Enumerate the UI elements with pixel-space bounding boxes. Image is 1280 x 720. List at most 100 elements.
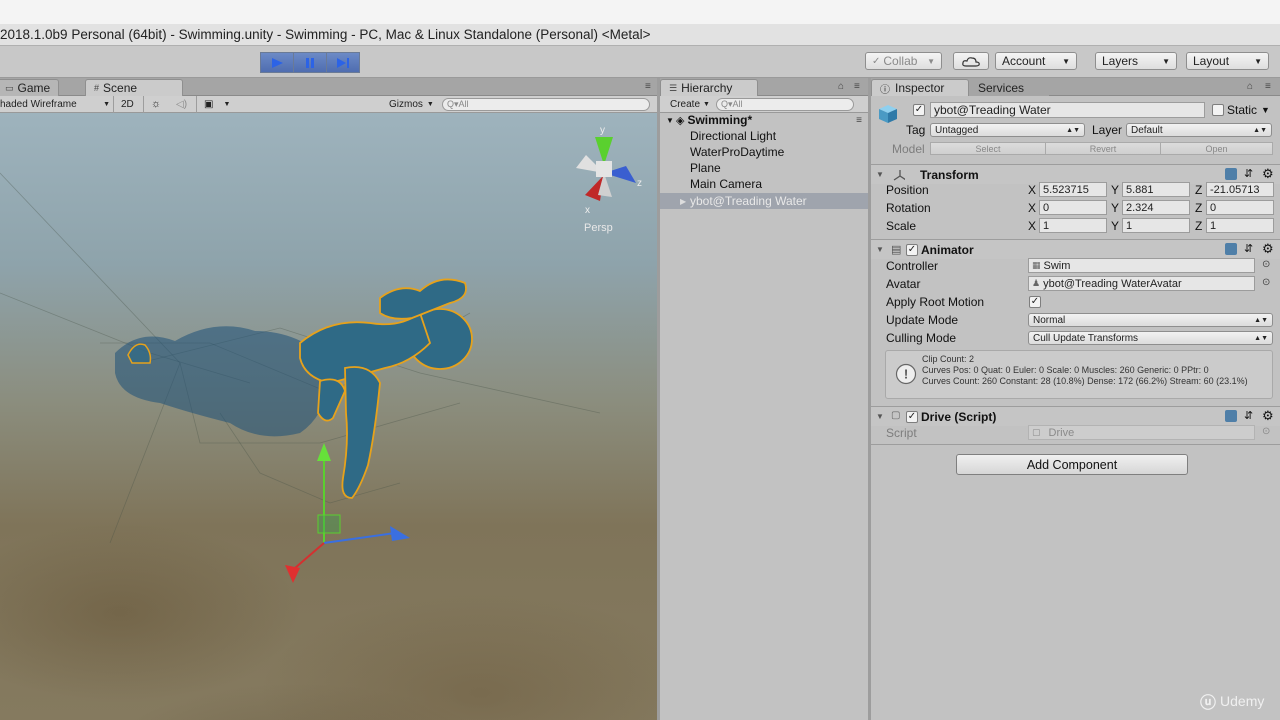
scale-z-input[interactable]: 1 <box>1206 218 1274 233</box>
gear-icon[interactable]: ⚙ <box>1262 241 1274 257</box>
list-icon: ☰ <box>669 82 678 93</box>
gear-icon[interactable]: ⚙ <box>1262 166 1274 182</box>
prefab-cube-icon <box>879 105 897 123</box>
tag-dropdown[interactable]: Untagged ▲▼ <box>930 123 1085 137</box>
axis-y-label: Y <box>1111 201 1120 215</box>
layout-dropdown[interactable]: Layout ▼ <box>1186 52 1269 70</box>
model-open-button[interactable]: Open <box>1160 142 1273 155</box>
lock-icon[interactable]: ⌂ <box>838 81 844 92</box>
rotation-x-input[interactable]: 0 <box>1039 200 1107 215</box>
list-item[interactable]: Main Camera <box>660 176 868 192</box>
scene-icon: # <box>94 83 100 93</box>
object-name-value: ybot@Treading Water <box>934 103 1051 117</box>
position-x-input[interactable]: 5.523715 <box>1039 182 1107 197</box>
list-item[interactable]: WaterProDaytime <box>660 144 868 160</box>
culling-mode-dropdown[interactable]: Cull Update Transforms ▲▼ <box>1028 331 1273 345</box>
lighting-toggle[interactable]: ☼ <box>151 97 161 111</box>
drive-script-header[interactable]: ▼ ▢ ✓ Drive (Script) ⇵ ⚙ <box>871 406 1280 426</box>
layer-dropdown[interactable]: Default ▲▼ <box>1126 123 1272 137</box>
list-item-label: Directional Light <box>690 129 777 143</box>
pause-button[interactable] <box>293 52 327 73</box>
tab-hierarchy[interactable]: ☰ Hierarchy <box>660 79 758 96</box>
add-component-button[interactable]: Add Component <box>956 454 1188 475</box>
dropdown-arrow-icon: ▼ <box>927 56 935 66</box>
lock-icon[interactable]: ⌂ <box>1247 81 1253 92</box>
scene-root-row[interactable]: ▼ ◈ Swimming* ≡ <box>660 112 868 128</box>
character-mesh <box>299 278 473 499</box>
scene-tabstrip: ▭ Game # Scene ≡ <box>0 78 657 96</box>
list-item[interactable]: Plane <box>660 160 868 176</box>
rotation-z-input[interactable]: 0 <box>1206 200 1274 215</box>
animator-header[interactable]: ▼ ▤ ✓ Animator ⇵ ⚙ <box>871 239 1280 259</box>
projection-label[interactable]: Persp <box>584 222 613 234</box>
cloud-button[interactable] <box>953 52 989 70</box>
foldout-arrow-icon[interactable]: ▼ <box>876 245 884 254</box>
audio-toggle[interactable]: ◁) <box>176 97 187 111</box>
svg-text:!: ! <box>904 367 908 382</box>
rotation-y-input[interactable]: 2.324 <box>1122 200 1190 215</box>
layers-dropdown[interactable]: Layers ▼ <box>1095 52 1177 70</box>
help-book-icon[interactable] <box>1225 243 1237 255</box>
list-item-selected[interactable]: ▶ ybot@Treading Water <box>660 193 868 209</box>
apply-root-motion-checkbox[interactable]: ✓ <box>1029 296 1041 308</box>
panel-menu-icon[interactable]: ≡ <box>645 81 651 92</box>
image-icon: ▣ <box>204 98 214 110</box>
help-book-icon[interactable] <box>1225 410 1237 422</box>
update-mode-dropdown[interactable]: Normal ▲▼ <box>1028 313 1273 327</box>
account-dropdown[interactable]: Account ▼ <box>995 52 1077 70</box>
effects-dropdown[interactable]: ▣ ▼ <box>204 97 230 111</box>
row-menu-icon[interactable]: ≡ <box>856 115 862 126</box>
cloud-icon <box>962 56 980 67</box>
list-item[interactable]: Directional Light <box>660 128 868 144</box>
dropdown-arrow-icon: ▼ <box>1162 56 1170 66</box>
model-select-button[interactable]: Select <box>930 142 1046 155</box>
avatar-field[interactable]: ♟ ybot@Treading WaterAvatar <box>1028 276 1255 291</box>
transform-header[interactable]: ▼ Transform ⇵ ⚙ <box>871 164 1280 184</box>
static-dropdown-arrow-icon[interactable]: ▼ <box>1261 105 1270 115</box>
drive-enabled-checkbox[interactable]: ✓ <box>906 411 918 423</box>
position-x-value: 5.523715 <box>1043 183 1089 196</box>
object-picker-icon[interactable]: ⊙ <box>1262 277 1270 288</box>
preset-sliders-icon[interactable]: ⇵ <box>1244 409 1253 422</box>
scale-y-input[interactable]: 1 <box>1122 218 1190 233</box>
help-book-icon[interactable] <box>1225 168 1237 180</box>
tab-inspector[interactable]: ⓘ Inspector <box>871 79 969 96</box>
collab-dropdown[interactable]: ✓ Collab ▼ <box>865 52 942 70</box>
axis-x-label: X <box>1028 183 1037 197</box>
model-revert-button[interactable]: Revert <box>1045 142 1161 155</box>
step-button[interactable] <box>326 52 360 73</box>
controller-field[interactable]: ▦ Swim <box>1028 258 1255 273</box>
gear-icon[interactable]: ⚙ <box>1262 408 1274 424</box>
tab-scene[interactable]: # Scene <box>85 79 183 96</box>
gizmo-axis-y-label: y <box>600 125 605 136</box>
create-dropdown[interactable]: Create ▼ <box>670 97 710 111</box>
collapsed-arrow-icon[interactable]: ▶ <box>680 197 690 206</box>
draw-mode-dropdown[interactable]: haded Wireframe ▼ <box>0 97 110 111</box>
hierarchy-search-input[interactable]: Q▾All <box>716 98 854 111</box>
static-checkbox[interactable] <box>1212 104 1224 116</box>
object-name-input[interactable]: ybot@Treading Water <box>930 102 1205 118</box>
info-line: Curves Pos: 0 Quat: 0 Euler: 0 Scale: 0 … <box>922 365 1209 375</box>
pause-icon <box>306 57 314 68</box>
info-line: Curves Count: 260 Constant: 28 (10.8%) D… <box>922 376 1248 386</box>
animator-enabled-checkbox[interactable]: ✓ <box>906 244 918 256</box>
object-picker-icon[interactable]: ⊙ <box>1262 259 1270 270</box>
active-checkbox[interactable]: ✓ <box>913 104 925 116</box>
foldout-arrow-icon[interactable]: ▼ <box>876 412 884 421</box>
position-z-input[interactable]: -21.05713 <box>1206 182 1274 197</box>
mode-2d-toggle[interactable]: 2D <box>121 97 134 111</box>
scene-viewport[interactable]: y z x Persp <box>0 113 657 720</box>
panel-menu-icon[interactable]: ≡ <box>854 81 860 92</box>
play-button[interactable] <box>260 52 294 73</box>
preset-sliders-icon[interactable]: ⇵ <box>1244 242 1253 255</box>
panel-menu-icon[interactable]: ≡ <box>1265 81 1271 92</box>
dropdown-arrow-icon: ▼ <box>703 100 710 108</box>
position-y-input[interactable]: 5.881 <box>1122 182 1190 197</box>
gizmos-dropdown[interactable]: Gizmos ▼ <box>389 97 434 111</box>
preset-sliders-icon[interactable]: ⇵ <box>1244 167 1253 180</box>
tab-services[interactable]: Services <box>969 79 1049 96</box>
scale-x-input[interactable]: 1 <box>1039 218 1107 233</box>
tab-game[interactable]: ▭ Game <box>0 79 60 96</box>
scene-search-input[interactable]: Q▾All <box>442 98 650 111</box>
foldout-arrow-icon[interactable]: ▼ <box>876 170 884 179</box>
